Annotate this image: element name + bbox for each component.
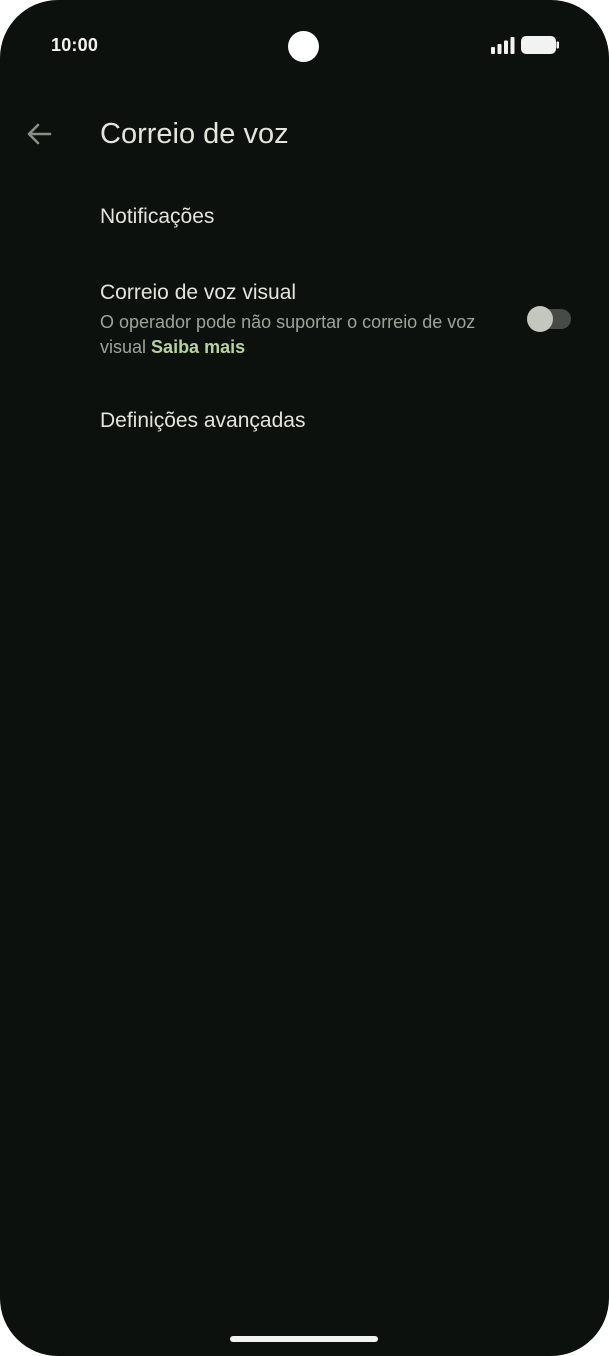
status-time: 10:00 [51,35,99,55]
visual-voicemail-item[interactable]: Correio de voz visual O operador pode nã… [0,270,609,370]
toggle-thumb [527,306,553,332]
advanced-settings-title: Definições avançadas [100,409,306,432]
notifications-title: Notificações [100,205,215,228]
visual-voicemail-toggle[interactable] [527,306,573,332]
learn-more-link[interactable]: Saiba mais [151,337,245,357]
battery-icon [521,36,559,54]
front-camera [288,31,319,62]
phone-screen: 10:00 Correio de voz Notificações Correi… [0,0,609,1356]
back-button[interactable] [20,114,58,154]
page-title: Correio de voz [100,118,289,150]
arrow-back-icon [27,123,52,145]
advanced-settings-item[interactable]: Definições avançadas [0,394,609,450]
notifications-item[interactable]: Notificações [0,190,609,246]
visual-voicemail-summary: O operador pode não suportar o correio d… [100,310,500,360]
home-indicator[interactable] [230,1336,378,1342]
visual-voicemail-title: Correio de voz visual [100,281,297,304]
signal-bars-icon [491,37,515,54]
